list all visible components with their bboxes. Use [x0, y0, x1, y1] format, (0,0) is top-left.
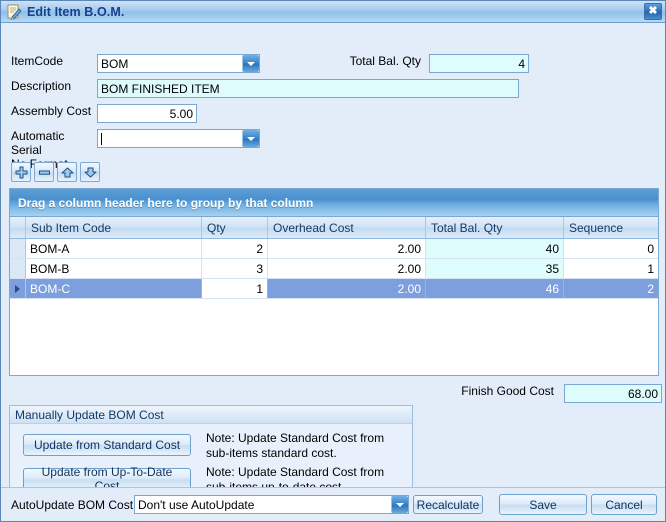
cell-sequence[interactable]: 0	[564, 239, 658, 258]
group-caption: Manually Update BOM Cost	[10, 406, 412, 424]
standard-cost-note: Note: Update Standard Cost from sub-item…	[206, 431, 385, 460]
column-header-qty[interactable]: Qty	[202, 217, 268, 238]
text-caret	[101, 132, 102, 145]
cell-total-bal-qty: 35	[426, 259, 564, 278]
edit-item-bom-window: Edit Item B.O.M. ✖ ItemCode BOM Total Ba…	[0, 0, 666, 522]
finish-good-cost-field: 68.00	[564, 384, 662, 403]
table-row-selected[interactable]: BOM-C 1 2.00 46 2	[10, 279, 658, 299]
itemcode-combobox[interactable]: BOM	[97, 54, 260, 73]
column-header-sequence[interactable]: Sequence	[564, 217, 658, 238]
chevron-down-icon[interactable]	[242, 130, 259, 147]
title-bar: Edit Item B.O.M. ✖	[1, 1, 665, 23]
bottom-action-bar: AutoUpdate BOM Cost: Don't use AutoUpdat…	[1, 487, 665, 521]
itemcode-row: ItemCode BOM	[11, 54, 260, 73]
row-indicator-header	[10, 217, 26, 238]
autoupdate-combobox[interactable]: Don't use AutoUpdate	[134, 495, 409, 514]
plus-icon	[15, 166, 27, 178]
column-header-total-bal-qty[interactable]: Total Bal. Qty	[426, 217, 564, 238]
description-row: Description BOM FINISHED ITEM	[11, 79, 519, 98]
move-up-button[interactable]	[57, 162, 77, 182]
column-header-sub-item-code[interactable]: Sub Item Code	[26, 217, 202, 238]
description-label: Description	[11, 79, 72, 93]
row-indicator	[10, 259, 26, 278]
edit-document-icon	[6, 4, 22, 20]
serial-format-combobox[interactable]	[97, 129, 260, 148]
cell-overhead-cost[interactable]: 2.00	[268, 239, 426, 258]
itemcode-value: BOM	[101, 57, 129, 70]
cell-qty[interactable]: 2	[202, 239, 268, 258]
cell-sub-item-code[interactable]: BOM-C	[26, 279, 202, 298]
cell-overhead-cost[interactable]: 2.00	[268, 279, 426, 298]
chevron-down-icon[interactable]	[391, 496, 408, 513]
delete-row-button[interactable]	[34, 162, 54, 182]
recalculate-button[interactable]: Recalculate	[413, 495, 483, 514]
finish-good-cost-label: Finish Good Cost	[461, 384, 554, 398]
grid-rows: BOM-A 2 2.00 40 0 BOM-B 3 2.00 35 1 BOM-	[10, 239, 658, 375]
cell-total-bal-qty: 40	[426, 239, 564, 258]
serial-format-value	[98, 132, 242, 145]
serial-format-label-line1: Automatic Serial	[11, 129, 65, 157]
assembly-cost-row: Assembly Cost 5.00	[11, 104, 197, 123]
total-bal-qty-label: Total Bal. Qty	[349, 54, 421, 68]
cell-sub-item-code[interactable]: BOM-B	[26, 259, 202, 278]
row-indicator	[10, 279, 26, 298]
cell-sub-item-code[interactable]: BOM-A	[26, 239, 202, 258]
total-bal-qty-field: 4	[429, 54, 529, 73]
save-button[interactable]: Save	[499, 494, 587, 515]
table-row[interactable]: BOM-A 2 2.00 40 0	[10, 239, 658, 259]
finish-good-cost-row: Finish Good Cost 68.00	[456, 384, 662, 403]
bom-items-grid[interactable]: Drag a column header here to group by th…	[9, 188, 659, 376]
close-button[interactable]: ✖	[644, 3, 662, 20]
cell-qty[interactable]: 3	[202, 259, 268, 278]
autoupdate-value: Don't use AutoUpdate	[138, 498, 255, 511]
cell-sequence[interactable]: 1	[564, 259, 658, 278]
move-down-button[interactable]	[80, 162, 100, 182]
arrow-down-icon	[84, 167, 96, 177]
column-header-overhead-cost[interactable]: Overhead Cost	[268, 217, 426, 238]
row-indicator	[10, 239, 26, 258]
cell-total-bal-qty: 46	[426, 279, 564, 298]
cell-qty[interactable]: 1	[202, 279, 268, 298]
autoupdate-label: AutoUpdate BOM Cost:	[11, 498, 137, 512]
chevron-down-icon[interactable]	[242, 55, 259, 72]
assembly-cost-label: Assembly Cost	[11, 104, 92, 118]
description-field[interactable]: BOM FINISHED ITEM	[97, 79, 519, 98]
group-by-panel[interactable]: Drag a column header here to group by th…	[10, 189, 658, 217]
table-row[interactable]: BOM-B 3 2.00 35 1	[10, 259, 658, 279]
itemcode-label: ItemCode	[11, 54, 64, 68]
window-title: Edit Item B.O.M.	[27, 4, 125, 19]
dialog-body: ItemCode BOM Total Bal. Qty 4 Descriptio…	[1, 23, 665, 521]
cell-sequence[interactable]: 2	[564, 279, 658, 298]
grid-header-row: Sub Item Code Qty Overhead Cost Total Ba…	[10, 217, 658, 239]
assembly-cost-field[interactable]: 5.00	[97, 104, 197, 123]
cell-overhead-cost[interactable]: 2.00	[268, 259, 426, 278]
arrow-up-icon	[61, 167, 73, 177]
minus-icon	[38, 170, 50, 175]
update-from-standard-cost-button[interactable]: Update from Standard Cost	[23, 434, 191, 456]
cancel-button[interactable]: Cancel	[591, 494, 657, 515]
add-row-button[interactable]	[11, 162, 31, 182]
grid-toolbar	[11, 162, 100, 182]
total-bal-qty-row: Total Bal. Qty 4	[323, 54, 529, 73]
